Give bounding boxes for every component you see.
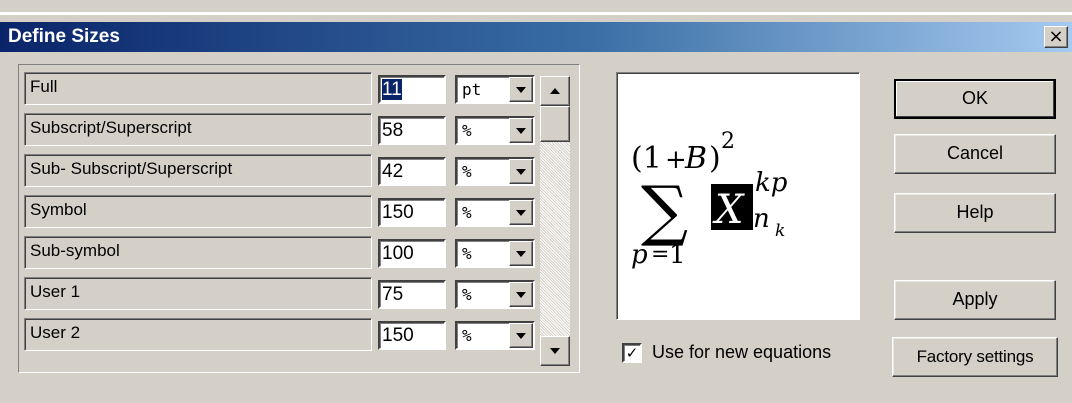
- preview-subscript-k: k: [775, 221, 785, 241]
- unit-dropdown-button[interactable]: [509, 159, 533, 184]
- preview-lower-p: p: [631, 240, 648, 270]
- factory-settings-button[interactable]: Factory settings: [892, 337, 1058, 377]
- unit-value: %: [462, 285, 472, 304]
- size-value-input[interactable]: 58: [378, 116, 446, 145]
- unit-value: pt: [462, 80, 482, 99]
- equation-preview: (1 + B ) 2 ∑ X kp n k p = 1: [616, 72, 860, 320]
- arrow-up-icon: [550, 88, 560, 94]
- unit-value: %: [462, 162, 472, 181]
- chevron-down-icon: [516, 292, 526, 298]
- chevron-down-icon: [516, 333, 526, 339]
- size-row: Symbol 150%: [24, 195, 584, 229]
- size-value-text: 75: [382, 284, 404, 305]
- help-button[interactable]: Help: [894, 193, 1056, 233]
- size-value-text: 150: [382, 325, 414, 346]
- size-row: Sub- Subscript/Superscript 42%: [24, 154, 584, 188]
- chevron-down-icon: [516, 210, 526, 216]
- title-bar[interactable]: Define Sizes ×: [0, 22, 1072, 52]
- window-edge-highlight: [0, 12, 1072, 15]
- close-icon: ×: [1048, 26, 1064, 47]
- unit-dropdown-button[interactable]: [509, 200, 533, 225]
- size-value-text: 11: [382, 79, 402, 100]
- size-row: Full 11 pt: [24, 72, 584, 106]
- preview-plus: +: [665, 145, 687, 175]
- preview-paren-open: (1: [631, 141, 662, 176]
- unit-dropdown-button[interactable]: [509, 323, 533, 348]
- preview-sigma: ∑: [641, 172, 688, 249]
- unit-dropdown-button[interactable]: [509, 241, 533, 266]
- size-row-label: Symbol: [24, 195, 372, 228]
- chevron-down-icon: [516, 87, 526, 93]
- unit-dropdown-button[interactable]: [509, 282, 533, 307]
- chevron-down-icon: [516, 169, 526, 175]
- ok-button[interactable]: OK: [894, 79, 1056, 119]
- size-row-label: Sub- Subscript/Superscript: [24, 154, 372, 187]
- window-top-edge: [0, 0, 1072, 22]
- close-button[interactable]: ×: [1044, 26, 1068, 48]
- unit-dropdown[interactable]: %: [455, 116, 535, 145]
- unit-dropdown-button[interactable]: [509, 77, 533, 102]
- apply-button[interactable]: Apply: [894, 280, 1056, 320]
- size-value-text: 100: [382, 243, 414, 264]
- size-value-input[interactable]: 150: [378, 321, 446, 350]
- scroll-down-button[interactable]: [540, 336, 570, 366]
- size-value-text: 42: [382, 161, 404, 182]
- preview-lower-one: 1: [669, 240, 686, 270]
- size-row: User 1 75%: [24, 277, 584, 311]
- size-row: Sub-symbol 100%: [24, 236, 584, 270]
- size-value-input[interactable]: 11: [378, 75, 446, 104]
- unit-dropdown[interactable]: %: [455, 280, 535, 309]
- scroll-thumb[interactable]: [540, 106, 570, 142]
- checkmark-icon: ✓: [625, 344, 639, 362]
- use-for-new-equations-label: Use for new equations: [652, 342, 832, 362]
- chevron-down-icon: [516, 128, 526, 134]
- preview-paren-close: ): [709, 141, 721, 176]
- equation-preview-svg: (1 + B ) 2 ∑ X kp n k p = 1: [631, 129, 788, 270]
- list-scrollbar[interactable]: [540, 76, 570, 366]
- unit-value: %: [462, 121, 472, 140]
- unit-dropdown[interactable]: %: [455, 157, 535, 186]
- size-row: Subscript/Superscript 58%: [24, 113, 584, 147]
- size-row-label: Subscript/Superscript: [24, 113, 372, 146]
- unit-value: %: [462, 244, 472, 263]
- unit-dropdown[interactable]: %: [455, 321, 535, 350]
- size-row-label: Full: [24, 72, 372, 105]
- unit-value: %: [462, 326, 472, 345]
- chevron-down-icon: [516, 251, 526, 257]
- size-value-input[interactable]: 42: [378, 157, 446, 186]
- size-row: User 2 150%: [24, 318, 584, 352]
- dialog-title: Define Sizes: [8, 26, 120, 47]
- unit-dropdown[interactable]: %: [455, 239, 535, 268]
- unit-dropdown-button[interactable]: [509, 118, 533, 143]
- preview-exponent: 2: [721, 129, 735, 154]
- preview-superscript: kp: [755, 168, 788, 198]
- unit-dropdown[interactable]: %: [455, 198, 535, 227]
- unit-dropdown[interactable]: pt: [455, 75, 535, 104]
- size-value-input[interactable]: 75: [378, 280, 446, 309]
- use-for-new-equations-checkbox[interactable]: ✓: [622, 343, 642, 363]
- size-value-input[interactable]: 100: [378, 239, 446, 268]
- cancel-button[interactable]: Cancel: [894, 134, 1056, 174]
- preview-lower-eq: =: [651, 242, 669, 267]
- preview-b: B: [684, 141, 707, 176]
- preview-subscript-n: n: [753, 204, 770, 234]
- size-value-input[interactable]: 150: [378, 198, 446, 227]
- scroll-up-button[interactable]: [540, 76, 570, 106]
- unit-value: %: [462, 203, 472, 222]
- size-value-text: 150: [382, 202, 414, 223]
- preview-x: X: [712, 187, 745, 233]
- size-row-label: User 2: [24, 318, 372, 351]
- size-row-label: Sub-symbol: [24, 236, 372, 269]
- size-value-text: 58: [382, 120, 404, 141]
- arrow-down-icon: [550, 348, 560, 354]
- size-row-label: User 1: [24, 277, 372, 310]
